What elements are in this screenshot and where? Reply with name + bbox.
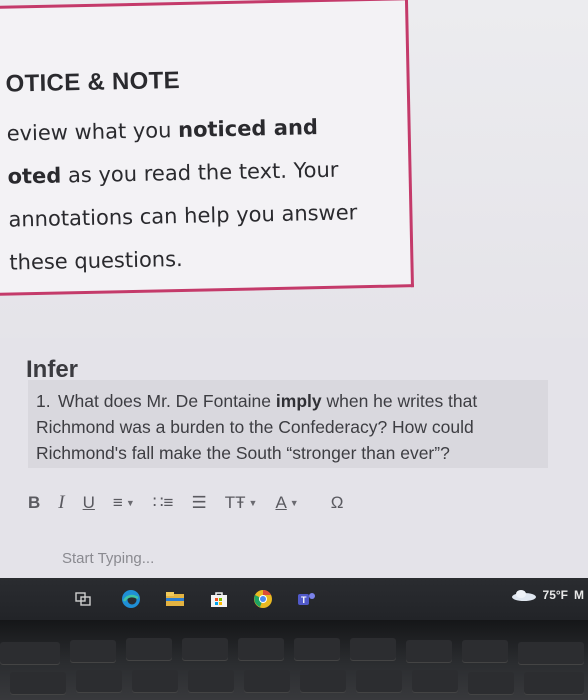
text-size-icon: TŦ bbox=[224, 493, 246, 512]
keyboard-key bbox=[468, 672, 514, 694]
keyboard-key bbox=[238, 638, 284, 660]
keyboard-key bbox=[524, 672, 584, 694]
notice-line2-text: as you read the text. Your bbox=[61, 157, 339, 188]
weather-widget[interactable]: 75°F M bbox=[511, 588, 584, 602]
browser-screen: OTICE & NOTE eview what you noticed and … bbox=[0, 0, 588, 620]
align-dropdown[interactable]: ≡ ▼ bbox=[113, 489, 135, 517]
chrome-icon[interactable] bbox=[252, 588, 274, 610]
editor-toolbar: B I U ≡ ▼ ∷≡ ☰ TŦ ▼ A ▼ Ω bbox=[28, 488, 361, 518]
notice-and-note-card: OTICE & NOTE eview what you noticed and … bbox=[0, 0, 414, 296]
bulleted-list-icon: ∷≡ bbox=[152, 493, 174, 512]
special-characters-button[interactable]: Ω bbox=[331, 489, 344, 517]
weather-temperature: 75°F bbox=[542, 588, 568, 602]
keyboard-key bbox=[412, 670, 458, 692]
keyboard-key bbox=[350, 638, 396, 660]
notice-line4-text: these questions. bbox=[9, 246, 183, 275]
keyboard-key bbox=[10, 672, 66, 694]
numbered-list-icon: ☰ bbox=[191, 493, 207, 512]
edge-browser-icon[interactable] bbox=[120, 588, 142, 610]
keyboard-key bbox=[406, 640, 452, 662]
align-icon: ≡ bbox=[112, 493, 123, 512]
chevron-down-icon: ▼ bbox=[248, 498, 258, 508]
chevron-down-icon: ▼ bbox=[289, 498, 299, 508]
weather-suffix: M bbox=[574, 588, 584, 602]
notice-line2-bold: oted bbox=[7, 163, 62, 189]
keyboard-key bbox=[70, 640, 116, 662]
bulleted-list-button[interactable]: ∷≡ bbox=[153, 489, 174, 517]
notice-line1-text: eview what you bbox=[6, 118, 179, 146]
font-color-icon: A bbox=[275, 493, 287, 512]
editor-placeholder: Start Typing... bbox=[62, 549, 155, 567]
svg-text:T: T bbox=[301, 595, 307, 605]
question-text-start: What does Mr. De Fontaine bbox=[58, 391, 276, 411]
notice-title: OTICE & NOTE bbox=[5, 67, 181, 98]
notice-line1-bold: noticed and bbox=[177, 115, 319, 143]
answer-editor[interactable]: Start Typing... bbox=[28, 532, 558, 584]
keyboard-key bbox=[0, 642, 60, 664]
notice-instructions: eview what you noticed and oted as you r… bbox=[6, 105, 390, 285]
keyboard-key bbox=[76, 670, 122, 692]
question-keyword: imply bbox=[275, 391, 322, 411]
store-icon[interactable] bbox=[208, 588, 230, 610]
question-number: 1. bbox=[36, 391, 51, 411]
numbered-list-button[interactable]: ☰ bbox=[191, 489, 206, 517]
question-prompt: 1. What does Mr. De Fontaine imply when h… bbox=[28, 380, 548, 468]
chevron-down-icon: ▼ bbox=[125, 498, 135, 508]
keyboard-key bbox=[244, 670, 290, 692]
keyboard-key bbox=[462, 640, 508, 662]
laptop-keyboard bbox=[0, 620, 588, 700]
underline-button[interactable]: U bbox=[83, 489, 95, 517]
cloud-icon bbox=[511, 590, 536, 601]
teams-icon[interactable]: T bbox=[296, 588, 318, 610]
omega-icon: Ω bbox=[330, 493, 344, 512]
keyboard-key bbox=[356, 670, 402, 692]
keyboard-key bbox=[132, 670, 178, 692]
text-size-dropdown[interactable]: TŦ ▼ bbox=[225, 489, 258, 517]
keyboard-key bbox=[300, 670, 346, 692]
keyboard-key bbox=[188, 670, 234, 692]
bold-button[interactable]: B bbox=[28, 489, 40, 517]
italic-button[interactable]: I bbox=[58, 489, 64, 517]
notice-line3-text: annotations can help you answer bbox=[8, 200, 358, 232]
windows-taskbar: T 75°F M bbox=[0, 578, 588, 620]
task-view-icon[interactable] bbox=[72, 588, 94, 610]
keyboard-key bbox=[294, 638, 340, 660]
file-explorer-icon[interactable] bbox=[164, 588, 186, 610]
keyboard-key bbox=[518, 642, 584, 664]
font-color-dropdown[interactable]: A ▼ bbox=[275, 489, 298, 517]
keyboard-key bbox=[182, 638, 228, 660]
keyboard-key bbox=[126, 638, 172, 660]
